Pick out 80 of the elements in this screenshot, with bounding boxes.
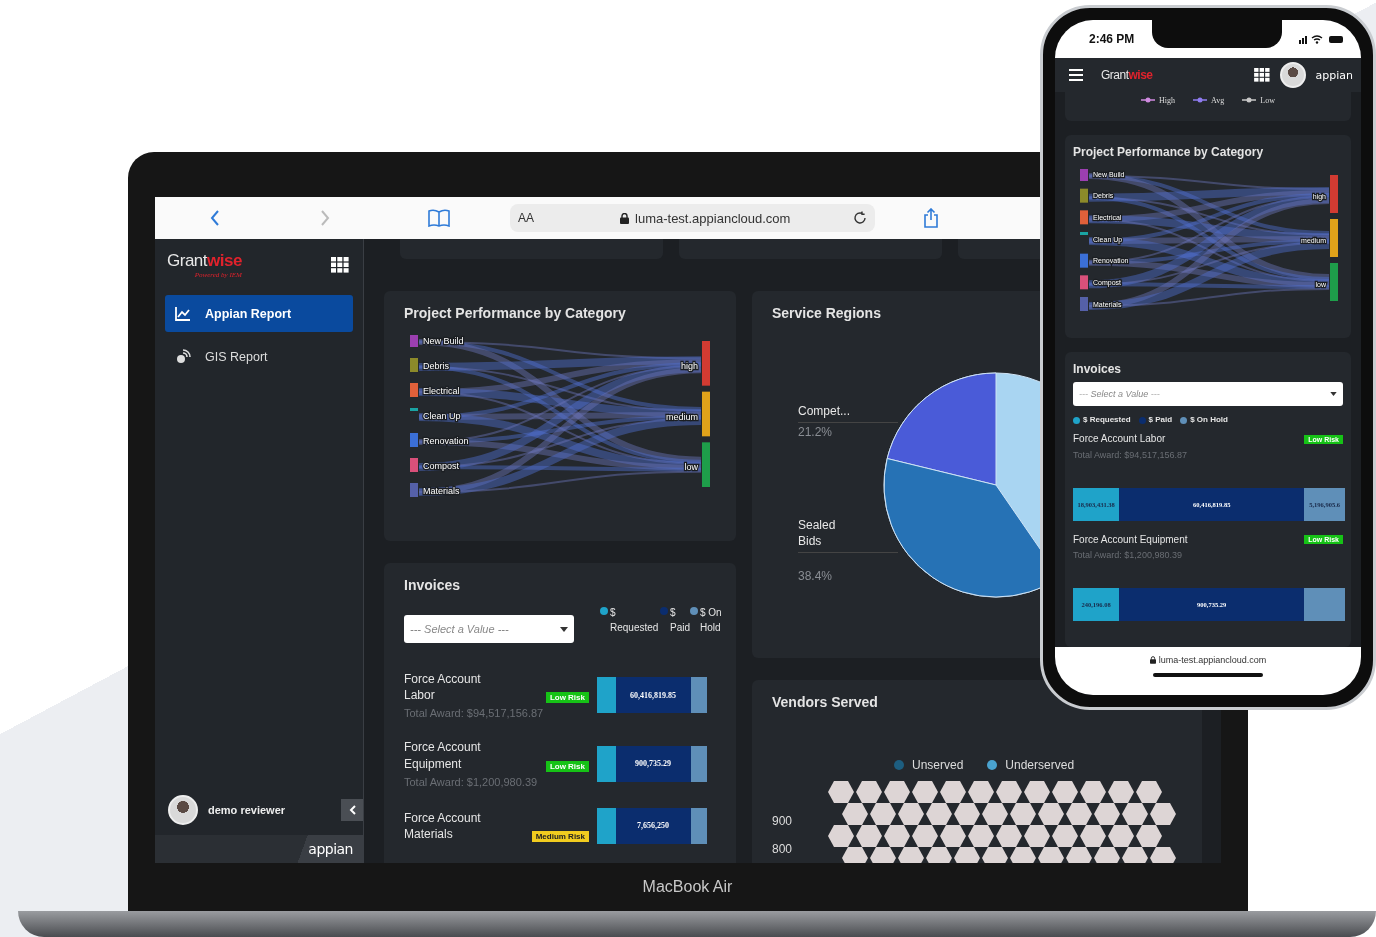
- total-award: Total Award: $94,517,156.87: [1073, 449, 1188, 460]
- dropdown-caret-icon: [560, 626, 568, 632]
- sankey-label: Clean Up: [423, 410, 461, 421]
- status-icons-drawing: [1299, 34, 1343, 44]
- reload-icon[interactable]: [853, 211, 867, 225]
- app-grid-icon[interactable]: [1253, 68, 1270, 82]
- invoice-name: Force Account Labor: [1073, 432, 1166, 446]
- address-field[interactable]: AA luma-test.appiancloud.com: [510, 204, 875, 232]
- sankey-label: Electrical: [423, 385, 460, 396]
- invoice-name: Force Account Labor: [404, 671, 482, 704]
- menu-icon[interactable]: [1069, 69, 1083, 81]
- satellite-icon: [175, 348, 191, 365]
- risk-badge: Medium Risk: [531, 830, 589, 842]
- invoice-name: Force Account Equipment: [404, 739, 482, 772]
- select-field[interactable]: --- Select a Value ---: [1073, 382, 1343, 407]
- legend-label: Underserved: [1005, 758, 1075, 772]
- legend-label: Avg: [1211, 95, 1225, 105]
- invoice-name: Force Account Materials: [404, 809, 482, 842]
- grantwise-logo: Grantwise: [1101, 68, 1153, 82]
- appian-logo: appian: [308, 841, 353, 857]
- nav-item[interactable]: Appian Report: [165, 295, 353, 332]
- chevron-left-icon: [348, 805, 356, 815]
- sankey-label: Debris: [423, 360, 449, 371]
- slice-value: 21.2%: [798, 425, 833, 439]
- status-time: 2:46 PM: [1089, 32, 1135, 46]
- back-icon[interactable]: [210, 210, 220, 226]
- slice-value: 38.4%: [798, 569, 833, 583]
- select-field[interactable]: --- Select a Value ---: [404, 615, 574, 643]
- collapse-button[interactable]: [341, 799, 363, 821]
- slice-label: Compet...: [798, 403, 852, 420]
- app-grid-icon[interactable]: [331, 257, 349, 273]
- device-label: MacBook Air: [642, 878, 733, 896]
- total-award: Total Award: $94,517,156.87: [404, 707, 545, 720]
- lock-icon: [620, 212, 629, 224]
- legend-label: High: [1159, 95, 1176, 105]
- sankey-label: medium: [666, 411, 698, 422]
- url-bar[interactable]: luma-test.appiancloud.com: [1055, 647, 1361, 695]
- line-chart-icon: [175, 306, 191, 321]
- bar-segment: 900,735.29: [615, 745, 691, 782]
- sankey-label: low: [684, 462, 698, 473]
- book-icon[interactable]: [428, 209, 450, 227]
- risk-badge: Low Risk: [545, 692, 589, 704]
- sankey-label: Materials: [423, 485, 460, 496]
- risk-badge: Low Risk: [545, 760, 589, 772]
- legend-label: Low: [1260, 95, 1275, 105]
- total-award: Total Award: $1,200,980.39: [1073, 550, 1183, 561]
- share-icon[interactable]: [923, 208, 939, 228]
- dropdown-caret-icon: [1330, 392, 1337, 397]
- legend-label: $ On Hold: [1190, 414, 1228, 427]
- slice-label: Sealed Bids: [798, 517, 837, 550]
- invoice-name: Force Account Equipment: [1073, 532, 1188, 547]
- user-name: demo reviewer: [208, 804, 287, 816]
- axis-label: 800: [772, 842, 794, 856]
- appian-logo: appian: [1315, 68, 1353, 82]
- lock-icon: [1149, 656, 1156, 664]
- legend-label: $ Requested: [1083, 414, 1131, 427]
- card-title: Project Performance by Category: [1073, 145, 1265, 160]
- sankey-label: New Build: [423, 335, 464, 346]
- user-avatar[interactable]: [1279, 62, 1306, 88]
- url-text: luma-test.appiancloud.com: [635, 210, 792, 226]
- card-title: Invoices: [1073, 362, 1123, 377]
- card-title: Service Regions: [772, 305, 882, 321]
- bar-segment: 7,656,250: [615, 807, 691, 844]
- url-text: luma-test.appiancloud.com: [1158, 655, 1267, 665]
- total-award: Total Award: $1,200,980.39: [404, 775, 539, 788]
- card-title: Invoices: [404, 577, 462, 593]
- legend-label: $ Paid: [670, 606, 691, 635]
- nav-item[interactable]: GIS Report: [165, 338, 353, 375]
- legend-label: $ On Hold: [700, 606, 723, 635]
- text-size-label[interactable]: AA: [518, 211, 534, 225]
- card-title: Vendors Served: [772, 694, 879, 710]
- legend-label: $ Requested: [610, 606, 660, 635]
- legend-label: $ Paid: [1148, 414, 1173, 427]
- sankey-label: Compost: [423, 460, 459, 471]
- sankey-label: high: [681, 360, 698, 371]
- user-avatar[interactable]: [168, 795, 198, 825]
- axis-label: 900: [772, 814, 794, 828]
- legend-label: Unserved: [912, 758, 964, 772]
- card-title: Project Performance by Category: [404, 305, 627, 321]
- bar-segment: 60,416,819.85: [615, 677, 691, 714]
